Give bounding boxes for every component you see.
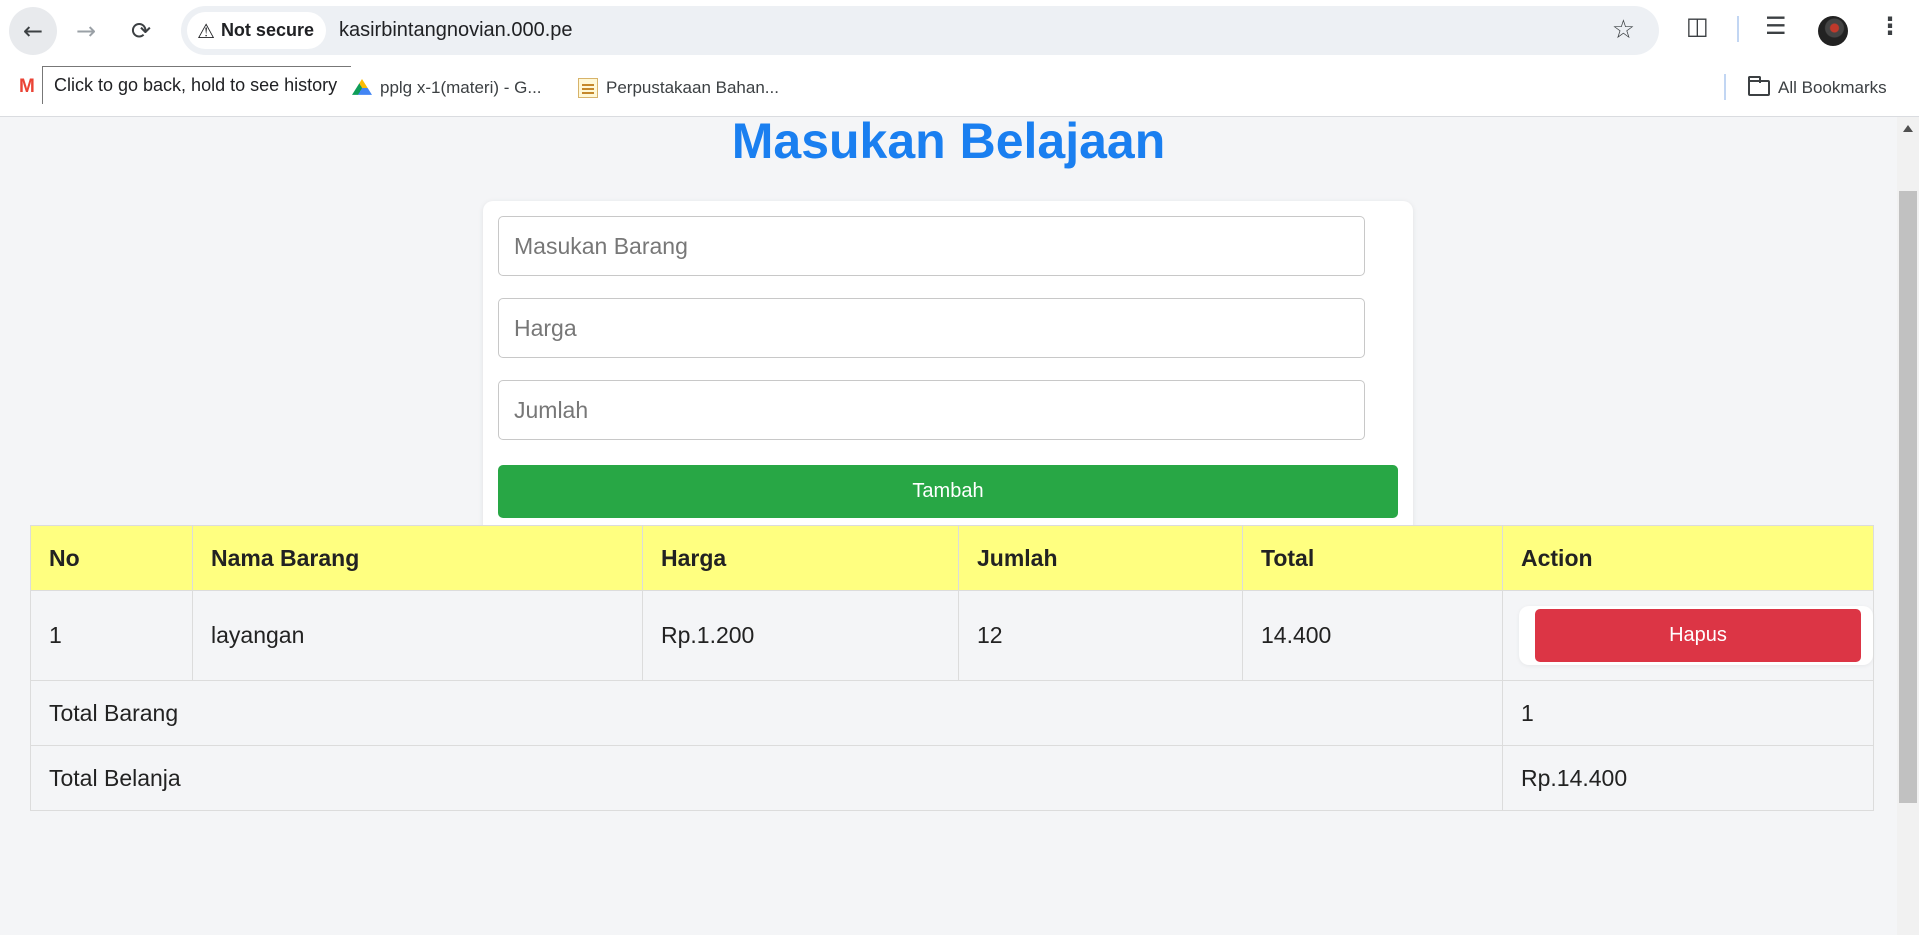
page-title: Masukan Belajaan	[731, 117, 1166, 169]
bookmark-label: Perpustakaan Bahan...	[606, 78, 779, 97]
cell-price: Rp.1.200	[642, 590, 959, 681]
url-text[interactable]: kasirbintangnovian.000.pe	[339, 19, 573, 42]
all-bookmarks-button[interactable]: All Bookmarks	[1748, 73, 1887, 103]
table-row: 1 layangan Rp.1.200 12 14.400 Hapus	[30, 590, 1874, 681]
cell-total: 14.400	[1242, 590, 1503, 681]
scroll-up-arrow-icon[interactable]	[1903, 125, 1913, 132]
total-items-value: 1	[1502, 680, 1874, 746]
delete-button[interactable]: Hapus	[1535, 609, 1861, 662]
bookmark-label: pplg x-1(materi) - G...	[380, 78, 542, 97]
page-content: Masukan Belajaan Tambah No Nama Barang H…	[0, 117, 1897, 935]
extensions-icon[interactable]: ◫	[1686, 12, 1709, 40]
profile-avatar[interactable]	[1818, 16, 1848, 46]
delete-button-wrapper: Hapus	[1519, 606, 1873, 665]
column-header-price: Harga	[642, 525, 959, 591]
toolbar-divider	[1737, 16, 1739, 42]
bookmark-pplg[interactable]: pplg x-1(materi) - G...	[352, 73, 542, 103]
total-spend-value: Rp.14.400	[1502, 745, 1874, 811]
memo-icon	[578, 78, 598, 98]
bookmark-gmail[interactable]: M	[18, 73, 40, 103]
security-chip[interactable]: ⚠ Not secure	[187, 12, 326, 49]
media-queue-icon[interactable]: ☰	[1765, 12, 1787, 40]
browser-toolbar: ← → ⟳ ⚠ Not secure kasirbintangnovian.00…	[0, 0, 1919, 61]
item-name-input[interactable]	[498, 216, 1365, 276]
cell-action: Hapus	[1502, 590, 1874, 681]
forward-arrow-icon[interactable]: →	[62, 7, 110, 55]
back-arrow-icon[interactable]: ←	[9, 7, 57, 55]
cell-qty: 12	[958, 590, 1243, 681]
gmail-icon: M	[19, 76, 35, 97]
reload-icon[interactable]: ⟳	[117, 7, 165, 55]
address-bar[interactable]: ⚠ Not secure kasirbintangnovian.000.pe ☆	[181, 6, 1659, 55]
cell-name: layangan	[192, 590, 643, 681]
bookmark-perpustakaan[interactable]: Perpustakaan Bahan...	[578, 73, 779, 103]
price-input[interactable]	[498, 298, 1365, 358]
quantity-input[interactable]	[498, 380, 1365, 440]
warning-icon: ⚠	[197, 18, 215, 43]
column-header-name: Nama Barang	[192, 525, 643, 591]
total-items-label: Total Barang	[30, 680, 1503, 746]
shopping-table: No Nama Barang Harga Jumlah Total Action…	[30, 525, 1874, 811]
all-bookmarks-label: All Bookmarks	[1778, 78, 1887, 97]
summary-row-total-spend: Total Belanja Rp.14.400	[30, 745, 1874, 811]
page-scrollbar[interactable]	[1897, 117, 1919, 935]
column-header-qty: Jumlah	[958, 525, 1243, 591]
kebab-menu-icon[interactable]: ⋮	[1878, 12, 1902, 40]
table-header-row: No Nama Barang Harga Jumlah Total Action	[30, 525, 1874, 591]
back-button-tooltip: Click to go back, hold to see history	[42, 66, 351, 104]
column-header-no: No	[30, 525, 193, 591]
column-header-total: Total	[1242, 525, 1503, 591]
total-spend-label: Total Belanja	[30, 745, 1503, 811]
summary-row-total-items: Total Barang 1	[30, 680, 1874, 746]
security-label: Not secure	[220, 20, 314, 40]
cell-no: 1	[30, 590, 193, 681]
column-header-action: Action	[1502, 525, 1874, 591]
scroll-thumb[interactable]	[1899, 191, 1917, 803]
google-drive-icon	[352, 79, 372, 95]
input-form-card: Tambah	[483, 201, 1413, 554]
bookmark-star-icon[interactable]: ☆	[1612, 15, 1635, 45]
folder-icon	[1748, 76, 1770, 96]
add-button[interactable]: Tambah	[498, 465, 1398, 518]
bookmarks-divider	[1724, 74, 1726, 100]
